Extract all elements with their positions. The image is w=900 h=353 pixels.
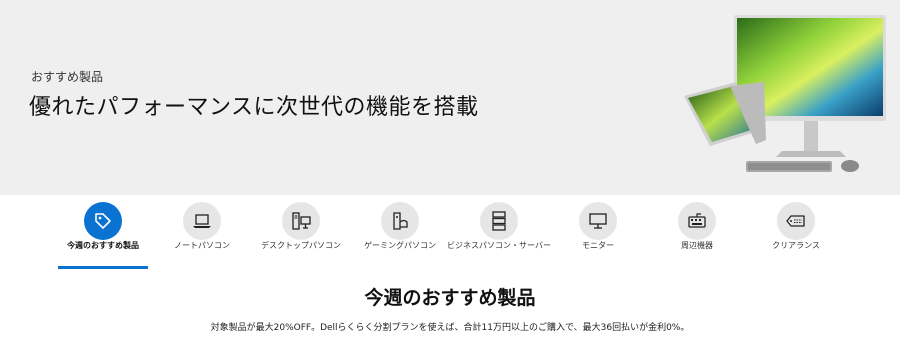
- category-tab-laptops[interactable]: ノートパソコン: [157, 200, 247, 270]
- category-tab-accessories[interactable]: 周辺機器: [652, 200, 742, 270]
- category-tab-desktops[interactable]: デスクトップパソコン: [256, 200, 346, 270]
- hero-banner[interactable]: おすすめ製品 優れたパフォーマンスに次世代の機能を搭載: [0, 0, 900, 195]
- category-label: クリアランス: [772, 241, 820, 250]
- category-nav: 今週のおすすめ製品 ノートパソコン デスクトップパソコン ゲーミングパソコン ビ…: [58, 200, 848, 270]
- tag-icon: [84, 202, 122, 240]
- hero-product-image: [684, 15, 886, 172]
- laptop-icon: [183, 202, 221, 240]
- category-tab-featured[interactable]: 今週のおすすめ製品: [58, 200, 148, 270]
- category-tab-clearance[interactable]: クリアランス: [751, 200, 841, 270]
- keyboard-icon: [678, 202, 716, 240]
- clearance-tag-icon: [777, 202, 815, 240]
- hero-eyebrow: おすすめ製品: [31, 70, 104, 84]
- section-title: 今週のおすすめ製品: [364, 287, 536, 309]
- monitor-icon: [579, 202, 617, 240]
- section-subtitle: 対象製品が最大20%OFF。Dellらくらく分割プランを使えば、合計11万円以上…: [210, 323, 690, 333]
- desktop-icon: [282, 202, 320, 240]
- category-tab-business[interactable]: ビジネスパソコン・サーバー: [447, 200, 551, 270]
- server-icon: [480, 202, 518, 240]
- category-tab-gaming[interactable]: ゲーミングパソコン: [355, 200, 445, 270]
- hero-title: 優れたパフォーマンスに次世代の機能を搭載: [29, 95, 479, 120]
- gaming-pc-icon: [381, 202, 419, 240]
- category-tab-monitors[interactable]: モニター: [553, 200, 643, 270]
- active-tab-indicator: [58, 266, 148, 269]
